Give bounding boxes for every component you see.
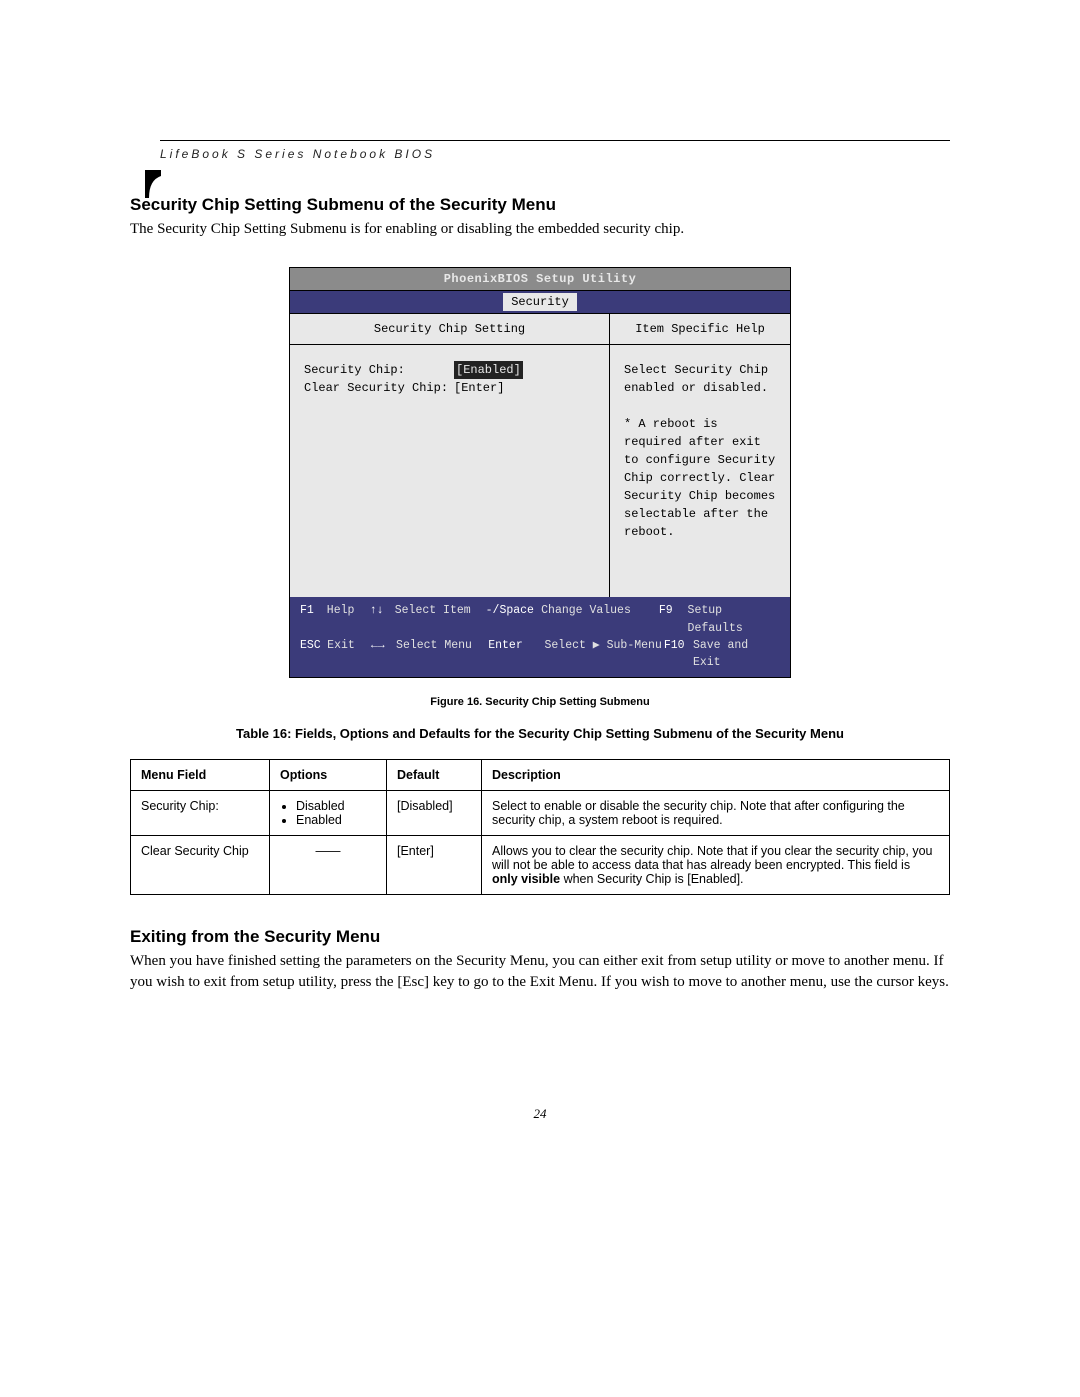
running-head: LifeBook S Series Notebook BIOS	[160, 147, 950, 161]
th-default: Default	[387, 760, 482, 791]
section-body: The Security Chip Setting Submenu is for…	[130, 219, 950, 239]
cell-options: Disabled Enabled	[270, 791, 387, 836]
bios-value-selected: [Enabled]	[454, 361, 523, 379]
bios-tab-security: Security	[503, 293, 577, 311]
bios-key-f10: F10	[664, 637, 693, 672]
option-item: Disabled	[296, 799, 376, 813]
figure-caption: Figure 16. Security Chip Setting Submenu	[130, 696, 950, 708]
bios-action-exit: Exit	[327, 637, 371, 672]
bios-footer: F1 Help ↑↓ Select Item -/Space Change Va…	[290, 597, 790, 677]
bios-row-clear-chip: Clear Security Chip: [Enter]	[304, 379, 595, 397]
bios-row-security-chip: Security Chip: [Enabled]	[304, 361, 595, 379]
table-row: Clear Security Chip —— [Enter] Allows yo…	[131, 836, 950, 895]
exit-heading: Exiting from the Security Menu	[130, 927, 950, 947]
cell-default: [Disabled]	[387, 791, 482, 836]
bios-key-esc: ESC	[300, 637, 327, 672]
bios-screenshot: PhoenixBIOS Setup Utility Security Secur…	[289, 267, 791, 678]
bios-key-f9: F9	[659, 602, 688, 637]
bios-action-help: Help	[327, 602, 370, 637]
bios-action-select-menu: Select Menu	[396, 637, 488, 672]
bios-key-arrows-v: ↑↓	[370, 602, 395, 637]
table-row: Security Chip: Disabled Enabled [Disable…	[131, 791, 950, 836]
fields-table: Menu Field Options Default Description S…	[130, 759, 950, 895]
bios-main-heading: Security Chip Setting	[290, 314, 609, 345]
cell-default: [Enter]	[387, 836, 482, 895]
cell-menu: Clear Security Chip	[131, 836, 270, 895]
th-description: Description	[482, 760, 950, 791]
th-menu-field: Menu Field	[131, 760, 270, 791]
bios-key-arrows-h: ←→	[371, 637, 396, 672]
cell-menu: Security Chip:	[131, 791, 270, 836]
bios-key-enter: Enter	[488, 637, 544, 672]
bios-value: [Enter]	[454, 379, 504, 397]
header-rule	[160, 140, 950, 141]
cell-description: Allows you to clear the security chip. N…	[482, 836, 950, 895]
corner-ornament	[145, 170, 161, 198]
desc-bold: only visible	[492, 872, 560, 886]
bios-action-save: Save and Exit	[693, 637, 780, 672]
desc-text: Allows you to clear the security chip. N…	[492, 844, 933, 872]
bios-action-submenu: Select ▶ Sub-Menu	[545, 637, 664, 672]
bios-help-text: Select Security Chip enabled or disabled…	[610, 345, 790, 597]
bios-action-change: Change Values	[541, 602, 659, 637]
section-heading: Security Chip Setting Submenu of the Sec…	[130, 195, 950, 215]
cell-options: ——	[270, 836, 387, 895]
bios-key-f1: F1	[300, 602, 327, 637]
table-caption: Table 16: Fields, Options and Defaults f…	[130, 726, 950, 741]
bios-key-space: -/Space	[486, 602, 542, 637]
bios-label: Security Chip:	[304, 361, 454, 379]
desc-text: when Security Chip is [Enabled].	[560, 872, 743, 886]
option-item: Enabled	[296, 813, 376, 827]
cell-description: Select to enable or disable the security…	[482, 791, 950, 836]
exit-body: When you have finished setting the param…	[130, 951, 950, 992]
bios-label: Clear Security Chip:	[304, 379, 454, 397]
page-number: 24	[0, 1106, 1080, 1122]
em-dash-icon: ——	[280, 844, 376, 858]
th-options: Options	[270, 760, 387, 791]
bios-title: PhoenixBIOS Setup Utility	[290, 268, 790, 291]
bios-action-select-item: Select Item	[395, 602, 486, 637]
bios-help-heading: Item Specific Help	[610, 314, 790, 345]
bios-tab-row: Security	[290, 291, 790, 314]
table-header-row: Menu Field Options Default Description	[131, 760, 950, 791]
bios-action-defaults: Setup Defaults	[688, 602, 780, 637]
